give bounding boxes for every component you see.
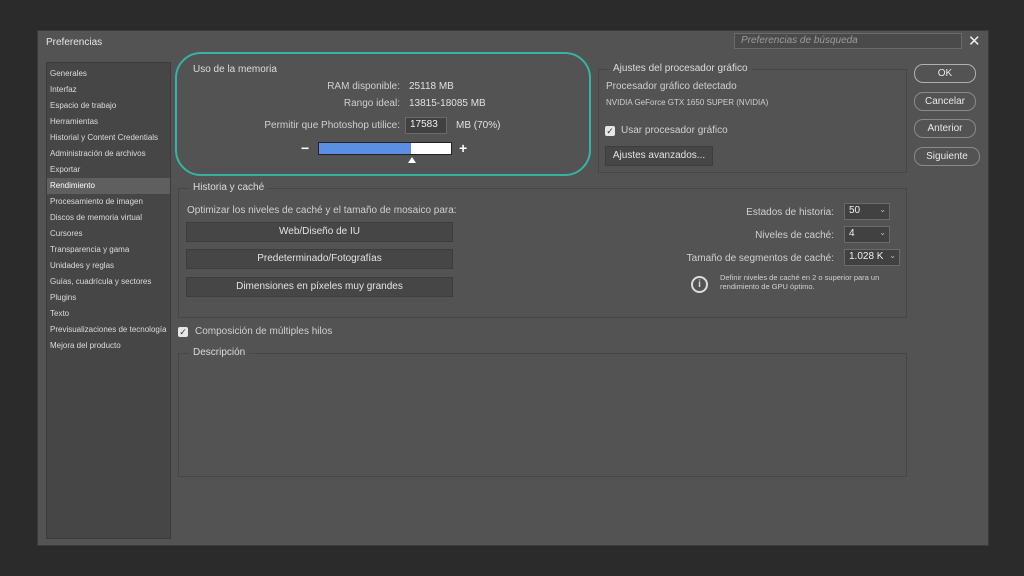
description-group: Descripción — [178, 347, 907, 477]
cache-levels-value: 4 — [849, 228, 855, 239]
sidebar-item-mejora-producto[interactable]: Mejora del producto — [47, 338, 170, 354]
allow-photoshop-label: Permitir que Photoshop utilice: — [264, 120, 400, 131]
minus-icon[interactable]: − — [301, 140, 309, 156]
sidebar-item-herramientas[interactable]: Herramientas — [47, 114, 170, 130]
history-states-label: Estados de historia: — [746, 207, 834, 218]
huge-pixel-dimensions-button[interactable]: Dimensiones en píxeles muy grandes — [186, 277, 453, 297]
search-input[interactable]: Preferencias de búsqueda — [734, 33, 962, 49]
gpu-settings-title: Ajustes del procesador gráfico — [609, 63, 752, 74]
cache-tile-size-value: 1.028 K — [849, 251, 884, 262]
ram-available-label: RAM disponible: — [327, 81, 400, 92]
history-states-dropdown[interactable]: 50 ⌄ — [844, 203, 890, 220]
memory-amount-input[interactable]: 17583 — [405, 117, 447, 134]
sidebar-item-plugins[interactable]: Plugins — [47, 290, 170, 306]
sidebar: Generales Interfaz Espacio de trabajo He… — [46, 62, 171, 539]
title-bar: Preferencias Preferencias de búsqueda ✕ — [38, 31, 988, 53]
sidebar-item-guias[interactable]: Guías, cuadrícula y sectores — [47, 274, 170, 290]
ideal-range-label: Rango ideal: — [343, 98, 400, 109]
dialog-title: Preferencias — [46, 37, 103, 48]
gpu-detected-value: NVIDIA GeForce GTX 1650 SUPER (NVIDIA) — [606, 98, 769, 107]
previous-button[interactable]: Anterior — [914, 119, 976, 138]
cache-tile-size-dropdown[interactable]: 1.028 K ⌄ — [844, 249, 900, 266]
multithread-label[interactable]: Composición de múltiples hilos — [195, 326, 332, 337]
sidebar-item-espacio-de-trabajo[interactable]: Espacio de trabajo — [47, 98, 170, 114]
sidebar-item-transparencia-gama[interactable]: Transparencia y gama — [47, 242, 170, 258]
next-button[interactable]: Siguiente — [914, 147, 980, 166]
memory-percent-suffix: MB (70%) — [456, 120, 501, 131]
ram-available-value: 25118 MB — [409, 81, 454, 92]
default-photos-button[interactable]: Predeterminado/Fotografías — [186, 249, 453, 269]
multithread-checkbox[interactable]: ✓ — [178, 327, 188, 337]
sidebar-item-generales[interactable]: Generales — [47, 66, 170, 82]
use-gpu-checkbox[interactable]: ✓ — [605, 126, 615, 136]
memory-slider-fill — [319, 143, 412, 154]
sidebar-item-cursores[interactable]: Cursores — [47, 226, 170, 242]
memory-usage-title: Uso de la memoria — [193, 64, 277, 75]
sidebar-item-procesamiento-imagen[interactable]: Procesamiento de imagen — [47, 194, 170, 210]
cache-levels-label: Niveles de caché: — [755, 230, 834, 241]
description-title: Descripción — [189, 347, 250, 358]
gpu-cache-note: Definir niveles de caché en 2 o superior… — [720, 273, 880, 291]
history-states-value: 50 — [849, 205, 861, 216]
sidebar-item-interfaz[interactable]: Interfaz — [47, 82, 170, 98]
cache-levels-dropdown[interactable]: 4 ⌄ — [844, 226, 890, 243]
gpu-detected-label: Procesador gráfico detectado — [606, 81, 737, 92]
sidebar-item-rendimiento[interactable]: Rendimiento — [47, 178, 170, 194]
advanced-settings-button[interactable]: Ajustes avanzados... — [605, 146, 713, 166]
history-cache-title: Historia y caché — [189, 182, 269, 193]
chevron-down-icon: ⌄ — [879, 228, 886, 237]
info-icon: i — [691, 276, 708, 293]
sidebar-item-historial[interactable]: Historial y Content Credentials — [47, 130, 170, 146]
sidebar-item-administracion-archivos[interactable]: Administración de archivos — [47, 146, 170, 162]
ok-button[interactable]: OK — [914, 64, 976, 83]
sidebar-item-unidades-reglas[interactable]: Unidades y reglas — [47, 258, 170, 274]
close-icon[interactable]: ✕ — [968, 32, 981, 50]
sidebar-item-discos-memoria-virtual[interactable]: Discos de memoria virtual — [47, 210, 170, 226]
sidebar-item-exportar[interactable]: Exportar — [47, 162, 170, 178]
chevron-down-icon: ⌄ — [889, 251, 896, 260]
memory-slider[interactable] — [318, 142, 452, 155]
chevron-down-icon: ⌄ — [879, 205, 886, 214]
plus-icon[interactable]: + — [459, 140, 467, 156]
cache-tile-size-label: Tamaño de segmentos de caché: — [686, 253, 834, 264]
optimize-cache-label: Optimizar los niveles de caché y el tama… — [187, 205, 457, 216]
preferences-dialog: Preferencias Preferencias de búsqueda ✕ … — [37, 30, 989, 546]
memory-slider-thumb[interactable] — [407, 157, 416, 163]
ideal-range-value: 13815-18085 MB — [409, 98, 486, 109]
sidebar-item-texto[interactable]: Texto — [47, 306, 170, 322]
cancel-button[interactable]: Cancelar — [914, 92, 976, 111]
sidebar-item-previsualizaciones[interactable]: Previsualizaciones de tecnología — [47, 322, 170, 338]
use-gpu-label[interactable]: Usar procesador gráfico — [621, 125, 728, 136]
web-ui-design-button[interactable]: Web/Diseño de IU — [186, 222, 453, 242]
